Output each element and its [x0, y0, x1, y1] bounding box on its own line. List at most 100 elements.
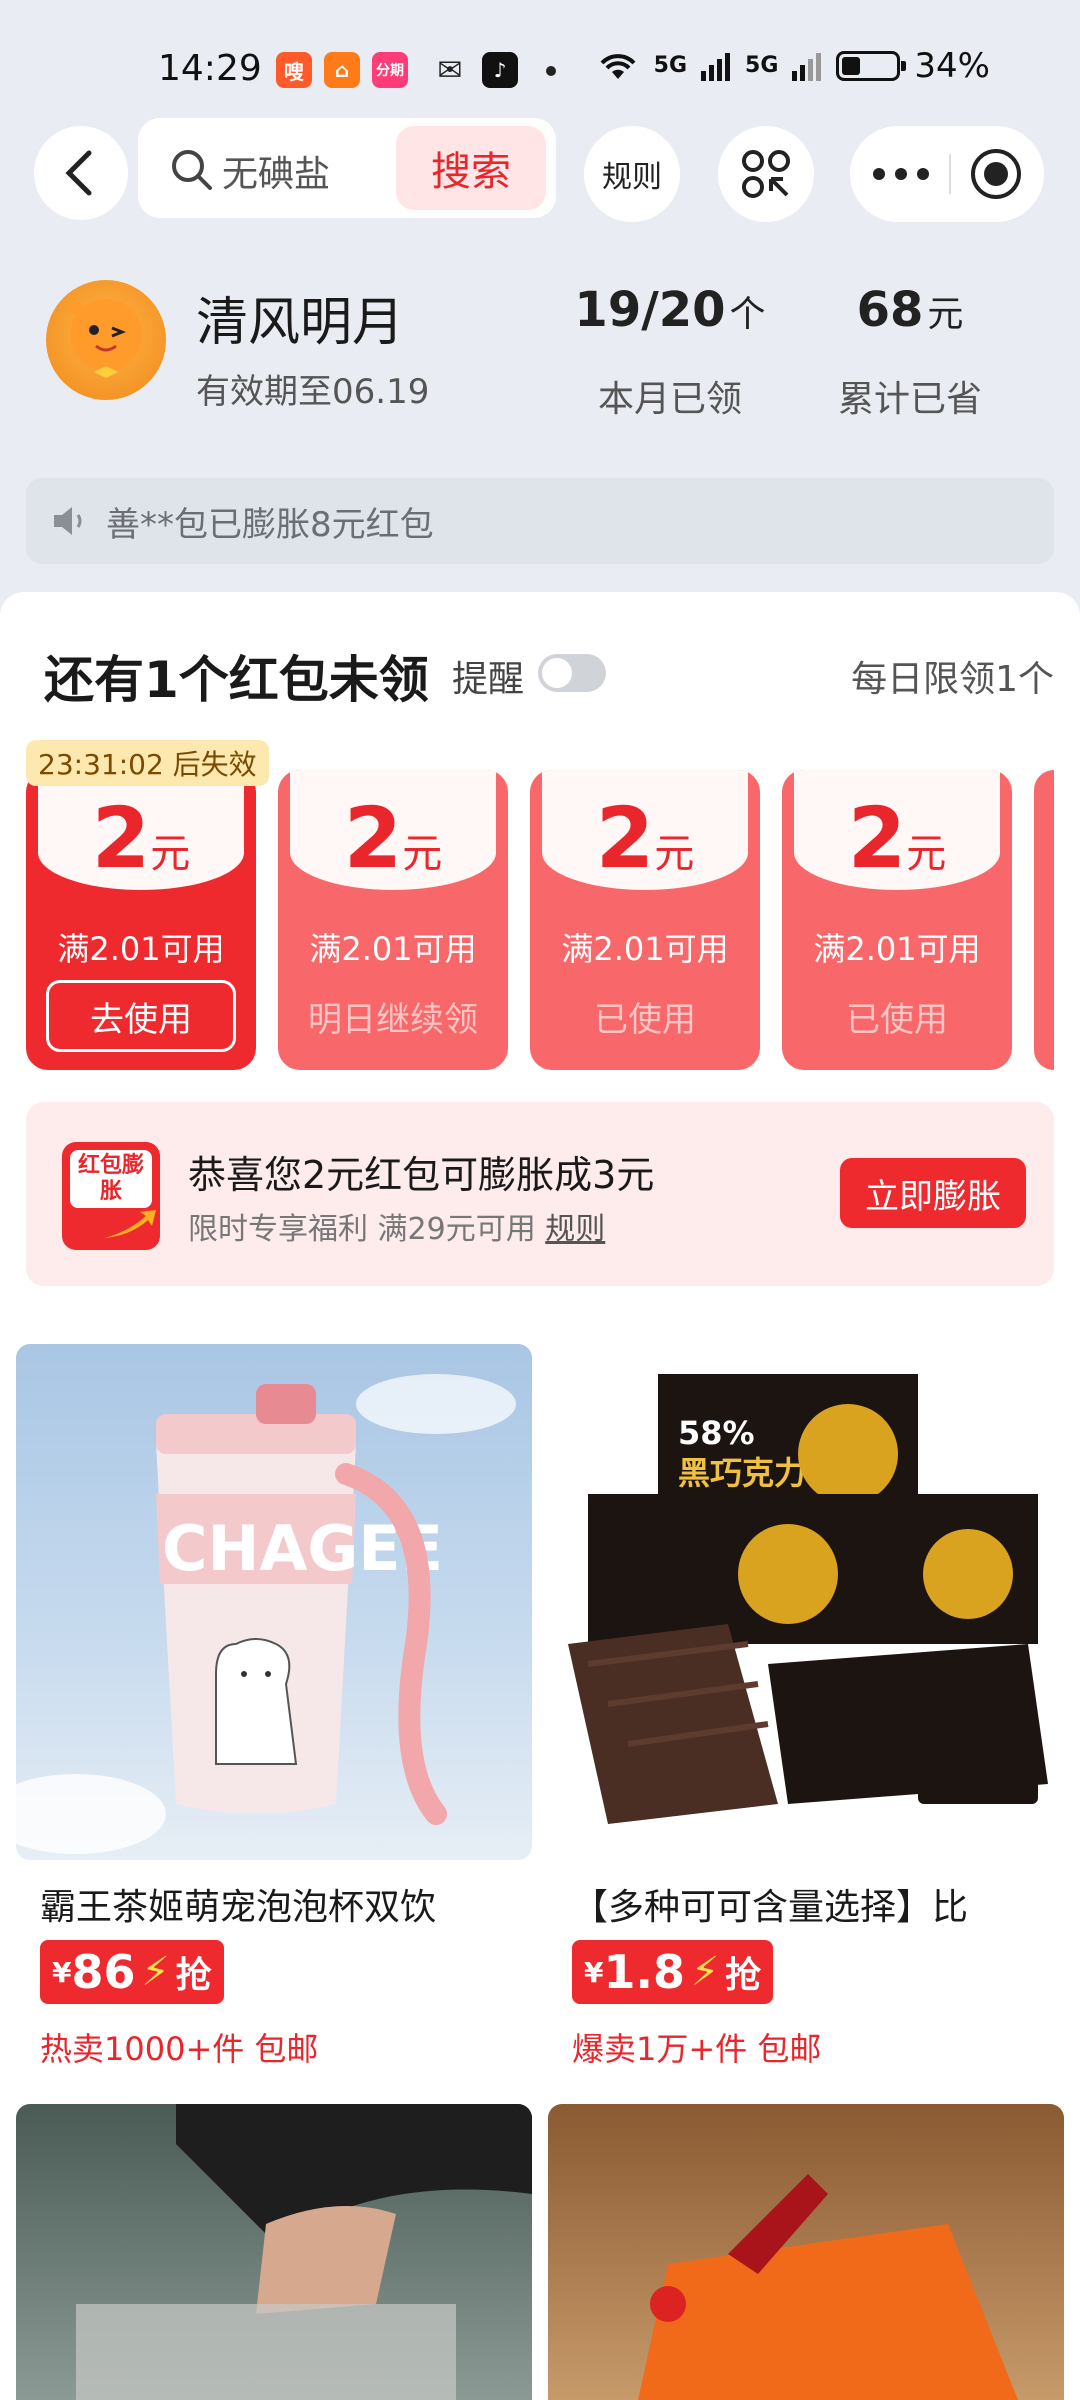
choco-badge: 58% — [678, 1414, 755, 1452]
product-image[interactable]: CHAGEE — [16, 1344, 532, 1860]
product-photo-partial — [638, 2174, 1018, 2400]
choco-label: 黑巧克力 — [678, 1454, 806, 1492]
coupon-status: 明日继续领 — [308, 1000, 478, 1040]
product-image[interactable]: 58% 黑巧克力 — [548, 1344, 1064, 1860]
battery-percent: 34% — [914, 46, 990, 86]
more-notifications-dot — [546, 66, 556, 76]
rules-button[interactable]: 规则 — [584, 126, 680, 222]
coupon-status: 已使用 — [594, 1000, 696, 1040]
currency: ¥ — [52, 1955, 72, 1989]
chocolate-illustration: 58% 黑巧克力 — [568, 1374, 1048, 1824]
grab-label: 抢 — [175, 1955, 212, 1996]
coupon-condition: 满2.01可用 — [813, 930, 981, 968]
coupon-amount: 2元 — [26, 796, 256, 880]
product-image[interactable] — [16, 2104, 532, 2400]
capsule-divider — [949, 154, 951, 194]
saved-value: 68 — [856, 282, 924, 338]
battery-icon — [836, 51, 907, 81]
mascot-icon — [69, 299, 142, 378]
coupon-amount: 2元 — [530, 796, 760, 880]
product-photo-partial — [76, 2104, 532, 2400]
status-time: 14:29 — [158, 48, 262, 89]
claimed-unit: 个 — [729, 294, 766, 335]
saved-label: 累计已省 — [837, 379, 982, 420]
close-miniprogram-icon[interactable] — [969, 147, 1023, 201]
network-label: 5G — [745, 53, 779, 78]
status-app-icon: 嗖 — [276, 52, 312, 88]
coupon-amount-value: 2 — [595, 789, 655, 887]
coupon-card-item[interactable]: 2元 满2.01可用 已使用 — [530, 770, 760, 1070]
wechat-icon: ✉ — [437, 52, 463, 88]
status-app-icon: 分期 — [372, 52, 408, 88]
search-icon — [172, 150, 212, 190]
remind-toggle[interactable] — [538, 654, 606, 692]
back-arrow-icon — [65, 150, 92, 196]
coupon-card-item[interactable]: 2元 满2.01可用 已使用 — [782, 770, 1012, 1070]
saved-unit: 元 — [927, 294, 964, 335]
user-name: 清风明月 — [196, 293, 405, 353]
status-app-icon: ⌂ — [324, 52, 360, 88]
coupon-amount-value: 2 — [91, 789, 151, 887]
signal-icon — [701, 53, 731, 81]
avatar — [46, 280, 166, 400]
coupon-unit: 元 — [150, 831, 191, 877]
coupon-condition: 满2.01可用 — [561, 930, 729, 968]
product-title[interactable]: 霸王茶姬萌宠泡泡杯双饮 — [40, 1878, 520, 1930]
lightning-icon: ⚡ — [141, 1949, 170, 1995]
share-button[interactable] — [718, 126, 814, 222]
valid-until: 有效期至06.19 — [196, 372, 430, 412]
claimed-label: 本月已领 — [597, 379, 742, 420]
signal-icon — [792, 53, 822, 81]
daily-limit: 每日限领1个 — [851, 659, 1054, 700]
section-title: 还有1个红包未领 — [44, 651, 429, 709]
search-input[interactable]: 无碘盐 — [222, 145, 330, 197]
coupon-amount-value: 2 — [343, 789, 403, 887]
coupon-condition: 满2.01可用 — [309, 930, 477, 968]
notice-bar: 善**包已膨胀8元红包 — [26, 478, 1054, 564]
red-packet-label: 红包膨胀 — [70, 1150, 152, 1208]
network-label: 5G — [653, 53, 688, 78]
coupon-status: 已使用 — [846, 1000, 948, 1040]
coupon-card-item[interactable]: 2元 满2.01可用 明日继续领 — [278, 770, 508, 1070]
arrow-up-icon — [104, 1210, 156, 1238]
notice-text: 善**包已膨胀8元红包 — [106, 504, 434, 545]
status-indicators: 5G 5G 34% — [596, 46, 990, 86]
sold-count: 热卖1000+件 包邮 — [40, 2030, 319, 2068]
expand-subtitle: 限时专享福利 满29元可用 规则 — [188, 1204, 605, 1248]
coupon-unit: 元 — [906, 831, 947, 877]
remind-label: 提醒 — [452, 659, 525, 700]
currency: ¥ — [584, 1955, 604, 1989]
claimed-count: 19/20 个 — [570, 282, 770, 338]
product-image[interactable] — [548, 2104, 1064, 2400]
search-button[interactable]: 搜索 — [396, 126, 546, 210]
lightning-icon: ⚡ — [690, 1949, 720, 1995]
back-button[interactable] — [34, 126, 128, 220]
product-title[interactable]: 【多种可可含量选择】比 — [572, 1878, 1052, 1930]
claimed-value: 19/20 — [574, 282, 726, 338]
coupon-card-item[interactable]: 2元 满2.01可用 去使用 — [26, 770, 256, 1070]
coupon-unit: 元 — [402, 831, 443, 877]
coupon-amount: 2元 — [278, 796, 508, 880]
battery-fill — [842, 57, 861, 75]
product-price-tag[interactable]: ¥ 86 ⚡ 抢 — [40, 1940, 224, 2004]
product-price-tag[interactable]: ¥ 1.8 ⚡ 抢 — [572, 1940, 774, 2004]
wifi-icon — [600, 54, 636, 79]
expand-title: 恭喜您2元红包可膨胀成3元 — [188, 1153, 655, 1197]
expand-subtitle-text: 限时专享福利 满29元可用 — [188, 1212, 536, 1247]
sold-count: 爆卖1万+件 包邮 — [572, 2030, 822, 2068]
cup-illustration: CHAGEE — [16, 1374, 516, 1854]
coupon-condition: 满2.01可用 — [57, 930, 225, 968]
coupon-unit: 元 — [654, 831, 695, 877]
red-packet-icon: 红包膨胀 — [62, 1142, 160, 1250]
rule-link[interactable]: 规则 — [545, 1212, 605, 1247]
saved-amount: 68 元 — [810, 282, 1010, 338]
capsule-menu[interactable] — [850, 126, 1044, 222]
use-coupon-button[interactable]: 去使用 — [46, 980, 236, 1052]
expiry-timer: 23:31:02 后失效 — [26, 740, 269, 786]
qr-icon — [742, 150, 790, 198]
coupon-amount: 2元 — [782, 796, 1012, 880]
tiktok-icon: ♪ — [482, 52, 518, 88]
expand-now-button[interactable]: 立即膨胀 — [840, 1158, 1026, 1228]
coupon-amount-value: 2 — [847, 789, 907, 887]
more-icon[interactable] — [871, 167, 931, 181]
